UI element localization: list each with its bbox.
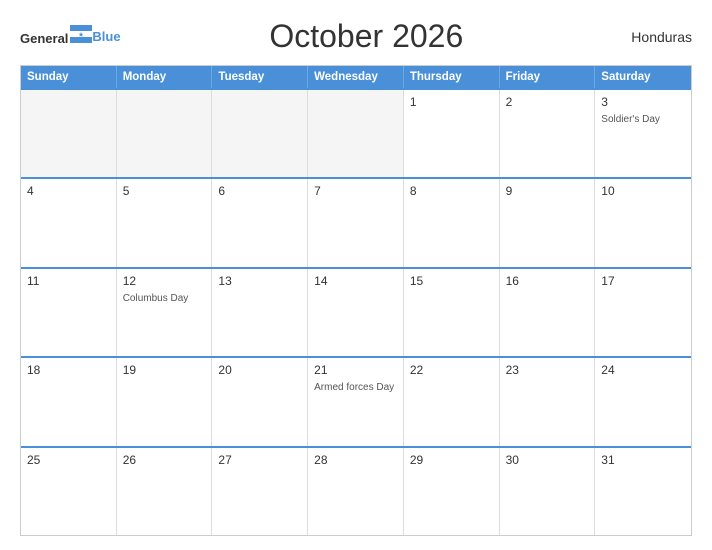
day-cell: 5	[117, 179, 213, 266]
day-number: 31	[601, 453, 685, 467]
logo-general-text: General	[20, 31, 68, 46]
day-number: 13	[218, 274, 301, 288]
day-number: 21	[314, 363, 397, 377]
day-number: 11	[27, 274, 110, 288]
day-cell: 1	[404, 90, 500, 177]
calendar-page: General Blue October 2026 Honduras Sunda…	[0, 0, 712, 550]
week-row-5: 25 26 27 28 29 30 31	[21, 446, 691, 535]
header: General Blue October 2026 Honduras	[20, 18, 692, 55]
day-number: 24	[601, 363, 685, 377]
day-number: 28	[314, 453, 397, 467]
day-number: 9	[506, 184, 589, 198]
day-number: 4	[27, 184, 110, 198]
day-cell: 28	[308, 448, 404, 535]
week-row-3: 11 12 Columbus Day 13 14 15 16 17	[21, 267, 691, 356]
day-cell: 3 Soldier's Day	[595, 90, 691, 177]
day-header-saturday: Saturday	[595, 66, 691, 88]
day-cell	[117, 90, 213, 177]
calendar-grid: SundayMondayTuesdayWednesdayThursdayFrid…	[20, 65, 692, 536]
day-cell: 10	[595, 179, 691, 266]
week-row-4: 18 19 20 21 Armed forces Day 22 23 24	[21, 356, 691, 445]
week-row-1: 123 Soldier's Day	[21, 88, 691, 177]
day-number: 20	[218, 363, 301, 377]
day-event: Armed forces Day	[314, 381, 397, 394]
day-cell: 2	[500, 90, 596, 177]
day-cell: 14	[308, 269, 404, 356]
day-cell: 15	[404, 269, 500, 356]
day-number: 7	[314, 184, 397, 198]
logo: General Blue	[20, 25, 121, 48]
day-number: 2	[506, 95, 589, 109]
week-row-2: 456789 10	[21, 177, 691, 266]
day-header-tuesday: Tuesday	[212, 66, 308, 88]
day-cell: 26	[117, 448, 213, 535]
day-number: 1	[410, 95, 493, 109]
day-number: 17	[601, 274, 685, 288]
day-header-sunday: Sunday	[21, 66, 117, 88]
day-cell: 17	[595, 269, 691, 356]
day-number: 22	[410, 363, 493, 377]
day-number: 5	[123, 184, 206, 198]
day-cell: 27	[212, 448, 308, 535]
day-event: Soldier's Day	[601, 113, 685, 126]
day-cell: 31	[595, 448, 691, 535]
day-header-thursday: Thursday	[404, 66, 500, 88]
day-cell: 8	[404, 179, 500, 266]
day-number: 14	[314, 274, 397, 288]
day-cell: 18	[21, 358, 117, 445]
day-number: 30	[506, 453, 589, 467]
day-cell: 16	[500, 269, 596, 356]
month-title: October 2026	[121, 18, 612, 55]
day-number: 25	[27, 453, 110, 467]
day-number: 29	[410, 453, 493, 467]
day-cell: 11	[21, 269, 117, 356]
day-number: 8	[410, 184, 493, 198]
day-cell: 6	[212, 179, 308, 266]
day-number: 19	[123, 363, 206, 377]
day-header-friday: Friday	[500, 66, 596, 88]
day-cell: 4	[21, 179, 117, 266]
day-event: Columbus Day	[123, 292, 206, 305]
day-cell: 24	[595, 358, 691, 445]
day-number: 10	[601, 184, 685, 198]
day-header-monday: Monday	[117, 66, 213, 88]
day-cell: 12 Columbus Day	[117, 269, 213, 356]
day-cell: 20	[212, 358, 308, 445]
day-cell: 30	[500, 448, 596, 535]
day-cell: 25	[21, 448, 117, 535]
day-cell: 21 Armed forces Day	[308, 358, 404, 445]
day-cell: 9	[500, 179, 596, 266]
day-number: 18	[27, 363, 110, 377]
day-cell: 19	[117, 358, 213, 445]
day-cell	[212, 90, 308, 177]
day-number: 6	[218, 184, 301, 198]
day-number: 16	[506, 274, 589, 288]
day-cell: 22	[404, 358, 500, 445]
day-cell: 23	[500, 358, 596, 445]
day-number: 27	[218, 453, 301, 467]
day-headers-row: SundayMondayTuesdayWednesdayThursdayFrid…	[21, 66, 691, 88]
day-cell: 29	[404, 448, 500, 535]
day-cell	[308, 90, 404, 177]
weeks-container: 123Soldier's Day456789101112Columbus Day…	[21, 88, 691, 535]
day-number: 26	[123, 453, 206, 467]
day-number: 3	[601, 95, 685, 109]
logo-blue-text: Blue	[92, 29, 120, 44]
day-number: 15	[410, 274, 493, 288]
day-number: 23	[506, 363, 589, 377]
day-cell	[21, 90, 117, 177]
day-cell: 7	[308, 179, 404, 266]
day-cell: 13	[212, 269, 308, 356]
country-label: Honduras	[612, 29, 692, 45]
logo-flag-icon	[70, 25, 92, 43]
day-header-wednesday: Wednesday	[308, 66, 404, 88]
day-number: 12	[123, 274, 206, 288]
